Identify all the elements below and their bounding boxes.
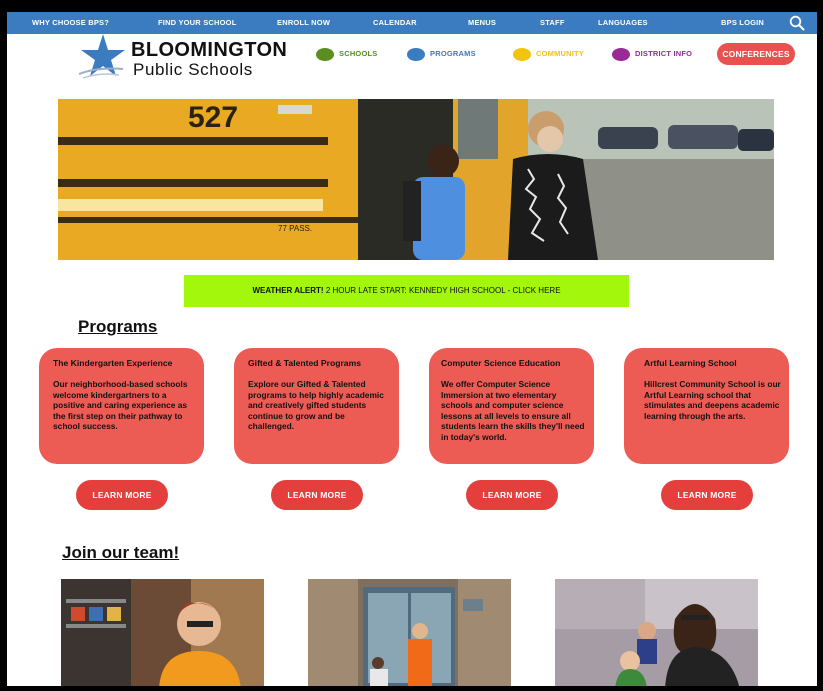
top-nav-enroll[interactable]: Enroll Now — [277, 12, 330, 34]
top-nav-languages[interactable]: Languages — [598, 12, 648, 34]
programs-dot-icon — [407, 48, 425, 61]
team-photo-crossing-guard[interactable] — [308, 579, 511, 686]
top-nav-why-choose[interactable]: Why Choose BPS? — [32, 12, 109, 34]
program-card-body: Explore our Gifted & Talented programs t… — [248, 379, 384, 432]
learn-more-artful-learning-button[interactable]: Learn More — [661, 480, 753, 510]
program-card-artful-learning: Artful Learning School Hillcrest Communi… — [624, 348, 789, 464]
schools-dot-icon — [316, 48, 334, 61]
top-nav-menus[interactable]: Menus — [468, 12, 496, 34]
programs-heading: Programs — [78, 317, 158, 336]
learn-more-computer-science-button[interactable]: Learn More — [466, 480, 558, 510]
top-nav-calendar[interactable]: Calendar — [373, 12, 417, 34]
nav-district-info-label: District Info — [635, 49, 693, 58]
top-nav-bar: Why Choose BPS? Find Your School Enroll … — [7, 12, 817, 34]
top-nav-staff[interactable]: Staff — [540, 12, 565, 34]
top-nav-find-school[interactable]: Find Your School — [158, 12, 236, 34]
program-card-title: Gifted & Talented Programs — [248, 358, 362, 368]
nav-community-label: Community — [536, 49, 585, 58]
alert-message: 2 HOUR LATE START: KENNEDY HIGH SCHOOL -… — [325, 286, 561, 295]
program-card-body: Our neighborhood-based schools welcome k… — [53, 379, 188, 432]
school-bus-photo: 527 77 PASS. — [58, 99, 774, 260]
star-logo-icon — [78, 34, 125, 79]
program-card-title: Artful Learning School — [644, 358, 737, 368]
team-photo-teacher[interactable] — [555, 579, 758, 686]
join-team-heading: Join our team! — [62, 543, 180, 562]
bus-pass-text: 77 PASS. — [278, 224, 312, 233]
team-photo-cafeteria[interactable] — [61, 579, 264, 686]
alert-heading: WEATHER ALERT! — [252, 286, 324, 295]
top-nav-bps-login[interactable]: BPS Login — [721, 12, 764, 34]
program-card-kindergarten: The Kindergarten Experience Our neighbor… — [39, 348, 204, 464]
program-card-title: Computer Science Education — [441, 358, 561, 368]
page: Why Choose BPS? Find Your School Enroll … — [7, 12, 817, 686]
conferences-button[interactable]: Conferences — [717, 43, 795, 65]
program-card-title: The Kindergarten Experience — [53, 358, 173, 368]
district-info-dot-icon — [612, 48, 630, 61]
search-icon[interactable] — [789, 15, 805, 31]
teacher-students-photo — [555, 579, 758, 686]
learn-more-gifted-button[interactable]: Learn More — [271, 480, 363, 510]
nav-programs-label: Programs — [430, 49, 476, 58]
program-card-computer-science: Computer Science Education We offer Comp… — [429, 348, 594, 464]
program-card-body: We offer Computer Science Immersion at t… — [441, 379, 585, 442]
hero-image: 527 77 PASS. — [58, 99, 774, 260]
program-card-body: Hillcrest Community School is our Artful… — [644, 379, 781, 421]
district-logo[interactable]: BLOOMINGTON Public Schools — [77, 34, 297, 82]
cafeteria-staff-photo — [61, 579, 264, 686]
nav-schools-label: Schools — [339, 49, 378, 58]
logo-title: BLOOMINGTON — [131, 39, 288, 61]
weather-alert-banner[interactable]: WEATHER ALERT! 2 HOUR LATE START: KENNED… — [184, 275, 629, 307]
learn-more-kindergarten-button[interactable]: Learn More — [76, 480, 168, 510]
logo-subtitle: Public Schools — [133, 60, 253, 79]
program-card-gifted: Gifted & Talented Programs Explore our G… — [234, 348, 399, 464]
community-dot-icon — [513, 48, 531, 61]
bus-number: 527 — [188, 101, 238, 134]
crossing-guard-photo — [308, 579, 511, 686]
